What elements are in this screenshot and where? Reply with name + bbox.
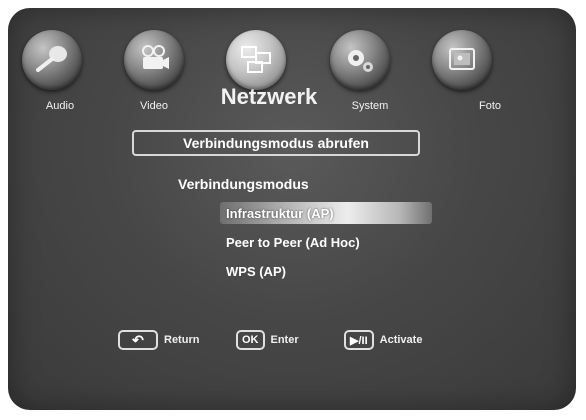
footer-activate[interactable]: ▶/II Activate	[344, 330, 422, 350]
tab-audio-label: Audio	[45, 100, 75, 112]
return-key-icon: ↶	[118, 330, 158, 350]
gears-icon	[348, 50, 373, 72]
tab-system-label: System	[351, 100, 389, 112]
option-infrastructure[interactable]: Infrastruktur (AP)	[220, 202, 432, 224]
submenu-title-text: Verbindungsmodus abrufen	[183, 135, 369, 151]
tab-system[interactable]	[330, 30, 390, 90]
tab-photo[interactable]	[432, 30, 492, 90]
section-label: Verbindungsmodus	[178, 176, 309, 192]
network-icon	[241, 46, 271, 73]
tab-network-label: Netzwerk	[220, 84, 318, 109]
photo-icon	[449, 48, 475, 70]
settings-screen: Audio Video Netzwerk System Foto Verbind…	[8, 8, 576, 410]
play-pause-key-icon: ▶/II	[344, 330, 374, 350]
tab-photo-label: Foto	[478, 100, 501, 112]
footer-enter[interactable]: OK Enter	[236, 330, 299, 350]
activate-label: Activate	[379, 334, 423, 346]
footer-return[interactable]: ↶ Return	[118, 330, 199, 350]
option-peer-to-peer[interactable]: Peer to Peer (Ad Hoc)	[220, 231, 360, 253]
tab-audio[interactable]	[22, 30, 82, 90]
tab-network[interactable]	[226, 30, 286, 90]
video-camera-icon	[142, 45, 169, 69]
enter-label: Enter	[270, 334, 299, 346]
submenu-title: Verbindungsmodus abrufen	[132, 130, 420, 156]
tab-video-label: Video	[140, 100, 168, 112]
microphone-icon	[36, 46, 67, 72]
option-wps[interactable]: WPS (AP)	[220, 260, 286, 282]
tab-video[interactable]	[124, 30, 184, 90]
ok-key-icon: OK	[236, 330, 265, 350]
return-label: Return	[164, 334, 200, 346]
